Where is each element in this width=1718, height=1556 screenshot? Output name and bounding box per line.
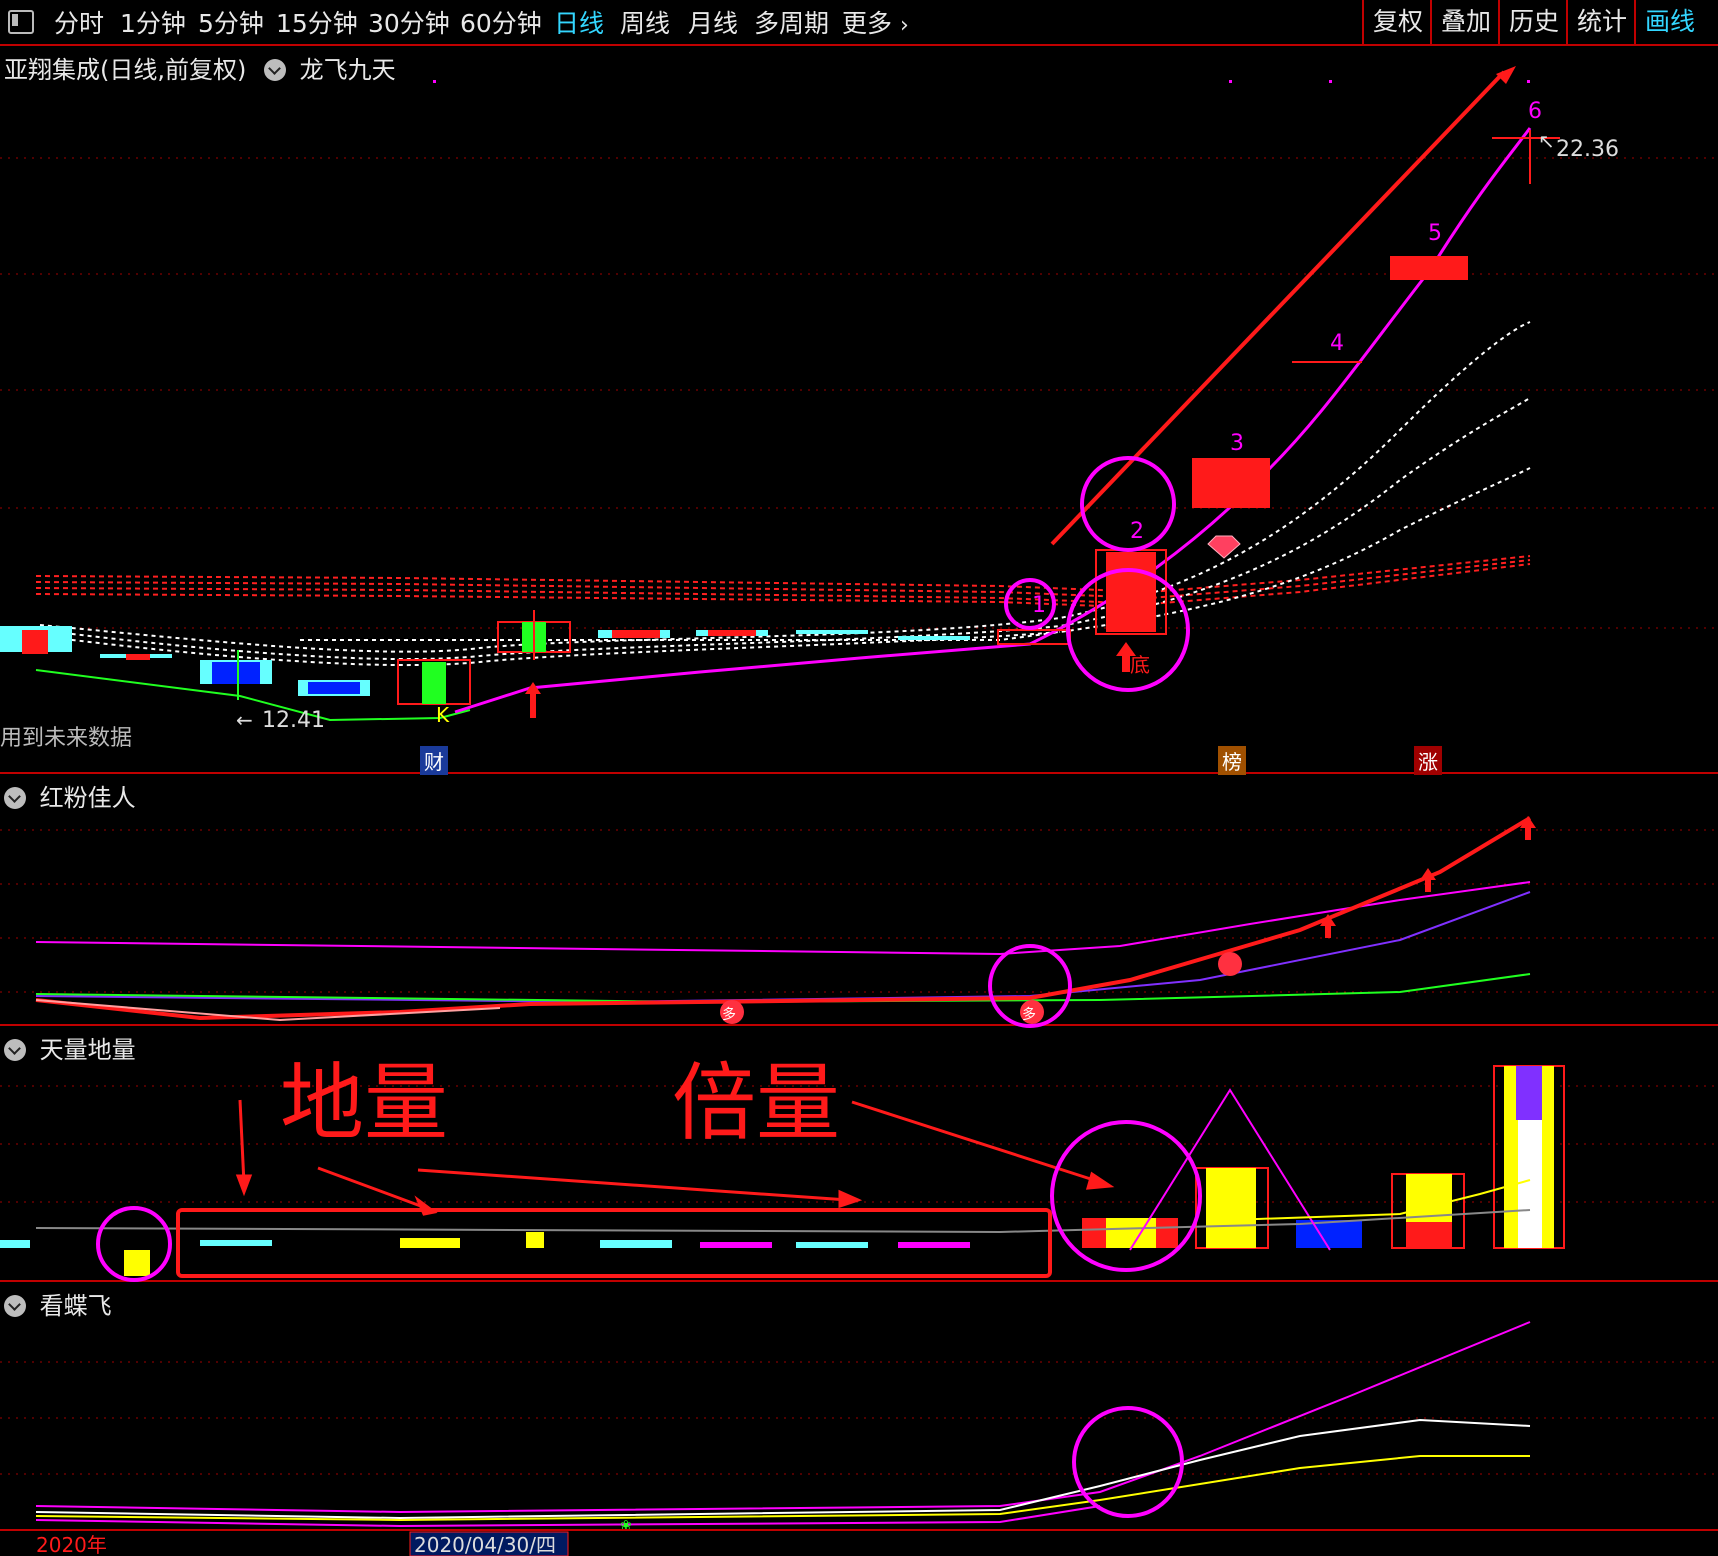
candle <box>898 636 970 640</box>
volume-bar <box>124 1250 150 1276</box>
year-label: 2020年 <box>36 1533 107 1556</box>
trend-arrow-line <box>1050 70 1506 546</box>
beiliang-annotation: 倍量 <box>672 1054 840 1152</box>
candle <box>126 654 150 660</box>
candle <box>22 630 48 654</box>
up-arrow-icon <box>1420 868 1436 892</box>
arrow-pointer-icon: ↖ <box>1538 129 1555 153</box>
tag-cai[interactable]: 财 <box>420 746 448 775</box>
cursor-date-label: 2020/04/30/四 <box>414 1533 556 1556</box>
arrow-head-icon <box>1496 66 1516 84</box>
duo-marker-text: 多 <box>1022 1006 1036 1023</box>
high-price-label: 22.36 <box>1556 137 1619 162</box>
signal-dots <box>433 80 1530 83</box>
di-label: 底 <box>1130 653 1150 677</box>
volume-bar <box>796 1242 868 1248</box>
volume-bar <box>898 1242 970 1248</box>
signal-ball-icon <box>1218 952 1242 976</box>
volume-bar <box>526 1232 544 1248</box>
butterfly-lines <box>35 1321 1531 1528</box>
tag-zhang[interactable]: 涨 <box>1414 746 1442 775</box>
volume-bar <box>200 1240 272 1246</box>
volume-bar <box>400 1238 460 1248</box>
wave-label: 2 <box>1130 519 1144 544</box>
candle <box>612 630 660 638</box>
volume-bar <box>1516 1066 1542 1120</box>
wave-label: 6 <box>1528 99 1542 124</box>
highlight-circle <box>1080 456 1176 552</box>
moving-averages <box>39 321 1531 667</box>
volume-bar <box>1206 1168 1256 1248</box>
candle <box>422 662 446 704</box>
volume-bar <box>1106 1218 1156 1248</box>
duo-marker-text: 多 <box>722 1006 736 1023</box>
resistance-band <box>35 555 1531 607</box>
volume-bar <box>1406 1222 1452 1248</box>
wave-label: 1 <box>1032 593 1046 618</box>
volume-bar <box>600 1240 672 1248</box>
arrow-pointer-icon: ← <box>236 708 253 732</box>
volume-bar <box>700 1242 772 1248</box>
wave-labels: 1 2 3 4 5 6 <box>1032 99 1542 618</box>
candle <box>796 630 868 634</box>
wave-label: 4 <box>1330 331 1344 356</box>
kline-chart-canvas[interactable]: 1 2 3 4 5 6 22.36 12.41 ↖ ← K 底 多 多 地量 倍… <box>0 0 1718 1556</box>
tag-bang[interactable]: 榜 <box>1218 746 1246 775</box>
wave-label: 5 <box>1428 221 1442 246</box>
panel2-lines <box>35 816 1532 1022</box>
highlight-circle <box>1072 1406 1184 1518</box>
candle <box>1106 552 1156 632</box>
butterfly-icon: ❀ <box>620 1518 632 1534</box>
k-label: K <box>436 703 450 727</box>
wave-label: 3 <box>1230 431 1244 456</box>
up-arrow-icon <box>1520 816 1536 840</box>
candle <box>708 630 756 636</box>
candle <box>1192 458 1270 508</box>
volume-bar <box>0 1240 30 1248</box>
candle <box>1390 256 1468 280</box>
candle <box>308 682 360 694</box>
diamond-icon <box>1207 535 1241 559</box>
diliang-annotation: 地量 <box>280 1054 448 1152</box>
low-price-label: 12.41 <box>262 708 325 733</box>
candle <box>212 662 260 684</box>
candlesticks <box>0 130 1560 705</box>
